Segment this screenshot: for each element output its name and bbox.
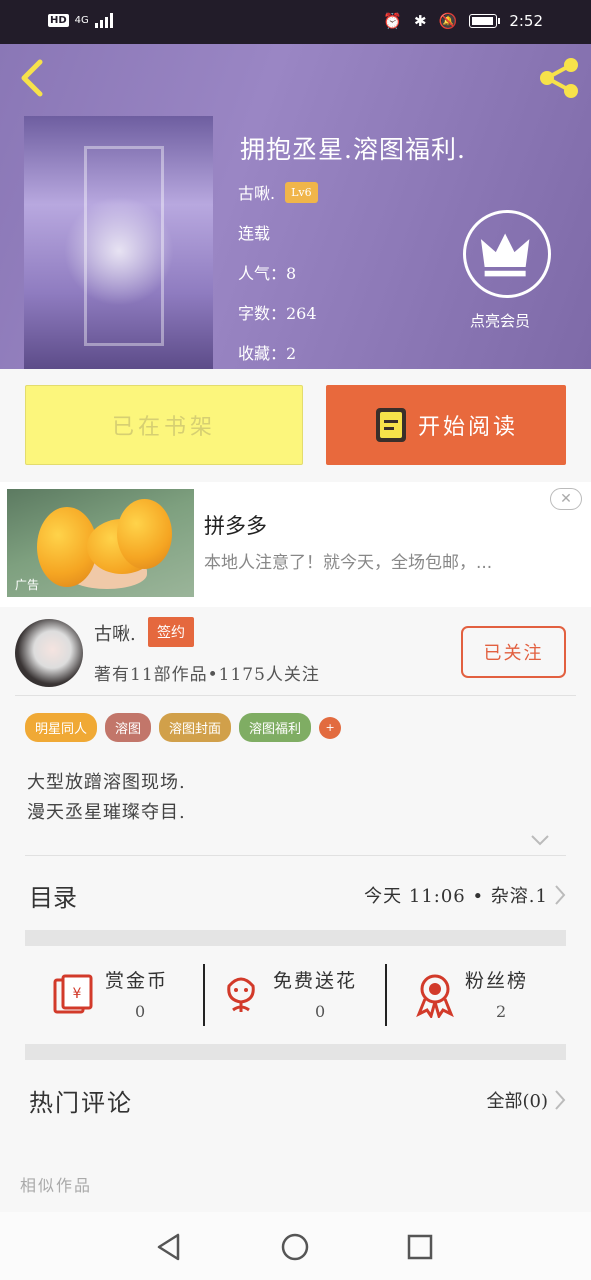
tag-list: 明星同人 溶图 溶图封面 溶图福利 + [25, 713, 342, 742]
signed-badge: 签约 [148, 617, 194, 647]
flower-icon [227, 977, 255, 1012]
clock: 2:52 [509, 12, 543, 30]
status-bar: HD 4G ⏰ ✱ 🔕 2:52 [0, 0, 591, 44]
signal-icon [94, 12, 113, 28]
book-title: 拥抱丞星.溶图福利. [240, 135, 466, 164]
book-word-count: 字数：264 [238, 304, 317, 323]
alarm-icon: ⏰ [383, 12, 403, 30]
book-cover [24, 116, 213, 369]
ad-image: 广告 [7, 489, 194, 597]
back-icon[interactable] [16, 58, 48, 98]
system-nav-bar [0, 1212, 591, 1280]
section-band [25, 930, 566, 946]
reward-coins-label: 赏金币 [105, 970, 169, 992]
ad-title: 拼多多 [204, 514, 267, 538]
more-tags-button[interactable]: + [319, 716, 342, 739]
synopsis: 大型放蹭溶图现场. 漫天丞星璀璨夺目. [27, 768, 186, 828]
follow-button[interactable]: 已关注 [461, 626, 566, 678]
chevron-down-icon[interactable] [530, 830, 550, 850]
tag-item[interactable]: 明星同人 [25, 713, 98, 742]
send-flower-label: 免费送花 [273, 970, 358, 992]
vertical-divider [203, 964, 205, 1026]
tag-item[interactable]: 溶图福利 [239, 713, 312, 742]
start-reading-label: 开始阅读 [417, 415, 518, 440]
divider [15, 695, 576, 696]
chevron-right-icon [555, 1090, 566, 1110]
bluetooth-icon: ✱ [414, 12, 427, 30]
book-status: 连载 [238, 224, 271, 243]
ad-tag: 广告 [15, 578, 40, 592]
tag-item[interactable]: 溶图封面 [159, 713, 232, 742]
author-stats: 著有11部作品•1175人关注 [94, 665, 320, 685]
network-type: 4G [74, 14, 89, 26]
mute-icon: 🔕 [438, 12, 458, 30]
battery-icon [469, 14, 501, 28]
send-flower-count: 0 [315, 1002, 326, 1021]
reward-coins-button[interactable]: ¥ 赏金币 0 [25, 960, 205, 1030]
vertical-divider [385, 964, 387, 1026]
book-icon [375, 408, 406, 442]
vip-crown-button[interactable] [463, 210, 551, 298]
crown-icon [480, 233, 530, 277]
synopsis-line: 漫天丞星璀璨夺目. [27, 802, 186, 823]
ad-close-button[interactable]: ✕ [550, 488, 582, 510]
ad-banner[interactable]: 广告 拼多多 本地人注意了！就今天，全场包邮，... [0, 482, 591, 607]
nav-recents-icon[interactable] [405, 1232, 435, 1262]
hot-comments-row[interactable]: 热门评论 全部(0) [25, 1075, 566, 1125]
book-author[interactable]: 古啾. [238, 180, 275, 204]
in-bookshelf-button[interactable]: 已在书架 [25, 385, 303, 465]
red-envelope-icon: ¥ [53, 974, 93, 1014]
share-icon[interactable] [537, 56, 581, 100]
nav-back-icon[interactable] [154, 1232, 184, 1262]
fan-ranking-button[interactable]: 粉丝榜 2 [389, 960, 566, 1030]
award-ribbon-icon [416, 974, 454, 1018]
ad-description: 本地人注意了！就今天，全场包邮，... [204, 553, 493, 573]
similar-works-heading: 相似作品 [20, 1176, 93, 1195]
reward-actions: ¥ 赏金币 0 免费送花 0 粉丝榜 2 [25, 960, 566, 1030]
catalog-latest: 今天 11:06 • 杂溶.1 [364, 886, 548, 907]
hd-badge: HD [48, 13, 69, 27]
catalog-row[interactable]: 目录 今天 11:06 • 杂溶.1 [25, 870, 566, 920]
divider [25, 855, 566, 856]
book-favorites: 收藏：2 [238, 344, 297, 363]
catalog-label: 目录 [29, 884, 77, 912]
book-popularity: 人气：8 [238, 264, 297, 283]
synopsis-line: 大型放蹭溶图现场. [27, 772, 186, 793]
reward-coins-count: 0 [135, 1002, 146, 1021]
chevron-right-icon [555, 885, 566, 905]
vip-label[interactable]: 点亮会员 [470, 310, 530, 331]
tag-item[interactable]: 溶图 [105, 713, 152, 742]
fan-ranking-count: 2 [496, 1002, 507, 1021]
send-flower-button[interactable]: 免费送花 0 [207, 960, 385, 1030]
section-band [25, 1044, 566, 1060]
author-name[interactable]: 古啾. [94, 620, 136, 646]
book-header: 拥抱丞星.溶图福利. 古啾. Lv6 连载 人气：8 字数：264 收藏：2 点… [0, 44, 591, 369]
nav-home-icon[interactable] [280, 1232, 310, 1262]
svg-text:¥: ¥ [73, 986, 82, 1002]
fan-ranking-label: 粉丝榜 [465, 970, 529, 992]
start-reading-button[interactable]: 开始阅读 [326, 385, 566, 465]
all-comments-link[interactable]: 全部(0) [487, 1087, 549, 1113]
book-author-row: 古啾. Lv6 [238, 180, 318, 204]
author-avatar[interactable] [15, 619, 83, 687]
level-badge: Lv6 [285, 181, 318, 203]
hot-comments-label: 热门评论 [29, 1089, 133, 1117]
